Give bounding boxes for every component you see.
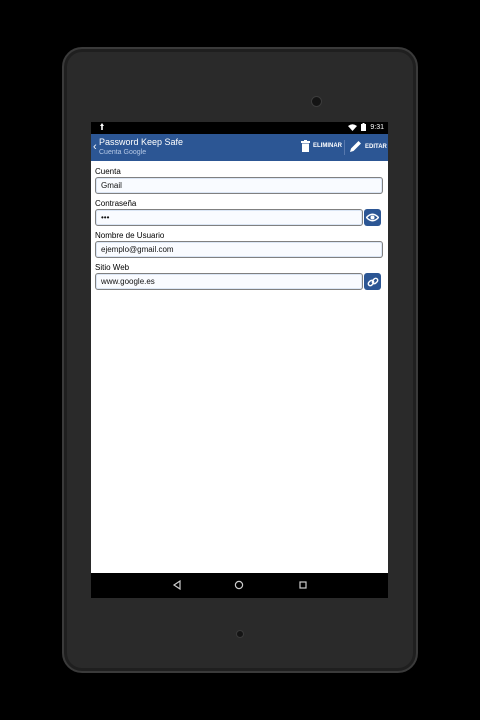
navigation-bar [91,573,388,598]
eye-icon [366,213,379,222]
notification-icon [99,123,105,132]
show-password-button[interactable] [364,209,381,226]
account-label: Cuenta [95,167,121,176]
front-camera [311,96,322,107]
trash-icon [301,140,310,152]
status-time: 9:31 [370,123,384,131]
recents-square-icon[interactable] [297,579,309,591]
website-label: Sitio Web [95,263,130,272]
app-subtitle: Cuenta Google [99,149,147,156]
action-divider [344,140,345,155]
device-screen: 9:31 ‹ Password Keep Safe Cuenta Google … [91,122,388,598]
app-bar: ‹ Password Keep Safe Cuenta Google ELIMI… [91,134,388,161]
account-form: Cuenta Gmail Contraseña ••• Nombre de Us… [95,166,385,294]
status-icons: 9:31 [348,123,384,131]
username-label: Nombre de Usuario [95,231,165,240]
edit-button[interactable]: EDITAR [349,140,387,153]
pencil-icon [350,141,361,152]
password-label: Contraseña [95,199,137,208]
delete-button[interactable]: ELIMINAR [301,140,342,152]
wifi-icon [348,123,358,131]
account-field[interactable]: Gmail [95,177,383,194]
link-icon [367,277,378,286]
delete-label: ELIMINAR [313,143,342,149]
status-bar: 9:31 [91,122,388,134]
app-title: Password Keep Safe [99,137,184,147]
back-chevron-icon[interactable]: ‹ [93,141,97,153]
back-triangle-icon[interactable] [171,579,183,591]
open-link-button[interactable] [364,273,381,290]
website-field[interactable]: www.google.es [95,273,363,290]
username-field[interactable]: ejemplo@gmail.com [95,241,383,258]
microphone-hole [236,630,244,638]
battery-icon [361,123,367,131]
edit-label: EDITAR [365,143,387,150]
home-circle-icon[interactable] [233,579,245,591]
password-field[interactable]: ••• [95,209,363,226]
